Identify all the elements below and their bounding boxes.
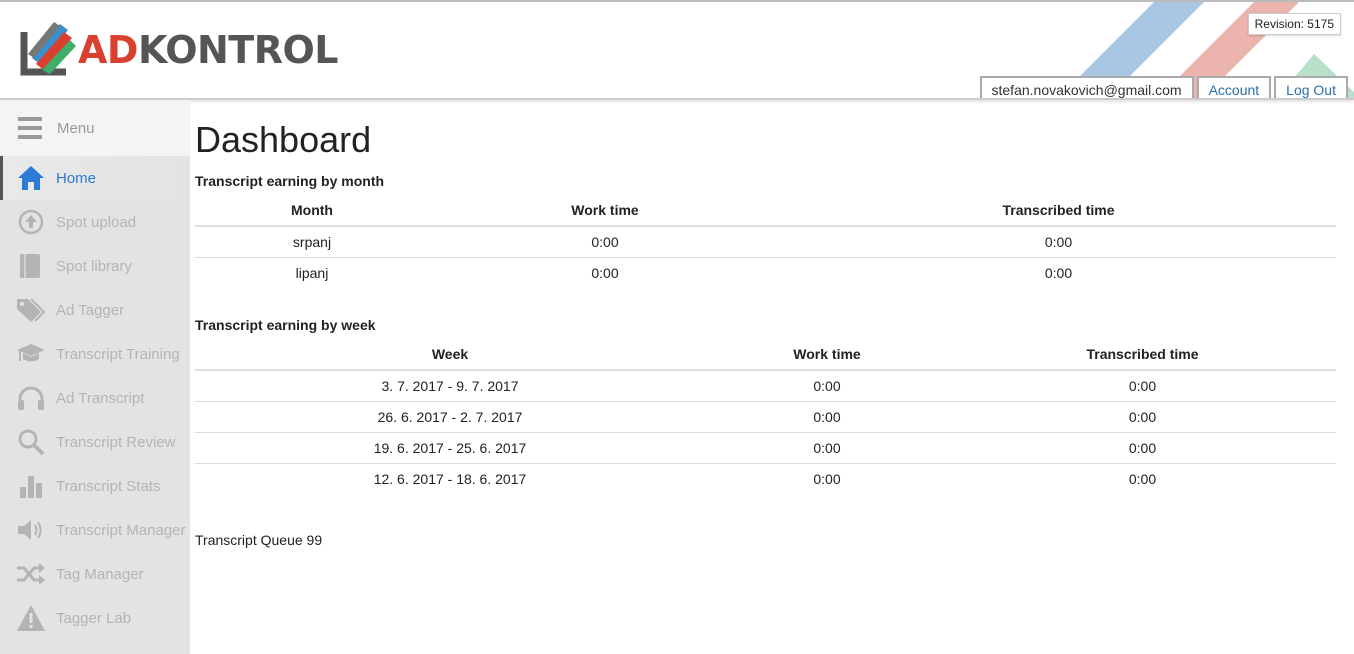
sidebar-item-transcript-stats[interactable]: Transcript Stats <box>0 464 190 508</box>
sidebar-item-label: Spot upload <box>56 213 137 231</box>
sidebar-item-tag-manager[interactable]: Tag Manager <box>0 552 190 596</box>
user-email[interactable]: stefan.novakovich@gmail.com <box>979 76 1194 98</box>
main-content: Dashboard Transcript earning by month Mo… <box>195 100 1336 548</box>
month-table: Month Work time Transcribed time srpanj … <box>195 195 1336 288</box>
header: ADKONTROL Revision: 5175 stefan.novakovi… <box>0 0 1354 100</box>
account-button[interactable]: Account <box>1196 76 1272 98</box>
shuffle-icon <box>16 559 46 589</box>
logout-button[interactable]: Log Out <box>1274 76 1348 98</box>
cell-month: lipanj <box>295 264 329 281</box>
month-section-title: Transcript earning by month <box>195 173 385 189</box>
transcript-queue: Transcript Queue 99 <box>195 532 323 548</box>
cell-transcribed-time: 0:00 <box>949 432 1336 464</box>
adkontrol-logo-icon <box>20 22 76 76</box>
table-row: 19. 6. 2017 - 25. 6. 2017 0:00 0:00 <box>195 432 1336 464</box>
cell-transcribed-time: 0:00 <box>781 226 1336 258</box>
cell-week: 19. 6. 2017 - 25. 6. 2017 <box>195 432 705 464</box>
sidebar-item-label: Transcript Manager <box>56 521 186 539</box>
cell-work-time: 0:00 <box>705 401 949 433</box>
cell-transcribed-time: 0:00 <box>1044 264 1073 281</box>
cell-transcribed-time: 0:00 <box>1128 470 1157 487</box>
volume-icon <box>16 515 46 545</box>
tags-icon <box>16 295 46 325</box>
user-bar: stefan.novakovich@gmail.com Account Log … <box>979 76 1348 98</box>
sidebar-item-label: Spot library <box>56 257 132 275</box>
week-section-title: Transcript earning by week <box>195 317 376 333</box>
sidebar-item-label: Home <box>56 169 97 187</box>
headphones-icon <box>16 383 46 413</box>
column-header-month: Month <box>195 195 429 227</box>
column-header-work-time: Work time <box>705 339 949 371</box>
table-row: 26. 6. 2017 - 2. 7. 2017 0:00 0:00 <box>195 401 1336 433</box>
sidebar-item-label: Ad Transcript <box>56 389 145 407</box>
column-header-week: Week <box>195 339 705 371</box>
search-icon <box>16 427 46 457</box>
sidebar-item-transcript-manager[interactable]: Transcript Manager <box>0 508 190 552</box>
bar-chart-icon <box>16 471 46 501</box>
menu-toggle[interactable]: Menu <box>0 100 190 156</box>
sidebar-item-label: Transcript Stats <box>56 477 161 495</box>
column-header-transcribed-time: Transcribed time <box>949 339 1336 371</box>
sidebar: Menu Home Spot upload Spot library Ad Ta… <box>0 100 190 654</box>
menu-label: Menu <box>57 119 95 137</box>
warning-icon <box>16 603 46 633</box>
home-icon <box>16 163 46 193</box>
table-header-row: Week Work time Transcribed time <box>195 339 1336 371</box>
sidebar-item-spot-upload[interactable]: Spot upload <box>0 200 190 244</box>
cell-week: 3. 7. 2017 - 9. 7. 2017 <box>195 370 705 402</box>
book-icon <box>16 251 46 281</box>
cell-work-time: 0:00 <box>705 370 949 402</box>
sidebar-item-ad-tagger[interactable]: Ad Tagger <box>0 288 190 332</box>
revision-badge: Revision: 5175 <box>1247 13 1341 35</box>
table-row: 12. 6. 2017 - 18. 6. 2017 0:00 0:00 <box>195 463 1336 494</box>
sidebar-item-transcript-review[interactable]: Transcript Review <box>0 420 190 464</box>
sidebar-item-label: Tag Manager <box>56 565 144 583</box>
cell-work-time: 0:00 <box>429 226 781 258</box>
hamburger-icon <box>18 117 42 139</box>
upload-icon <box>16 207 46 237</box>
page-title: Dashboard <box>195 119 372 160</box>
cell-work-time: 0:00 <box>591 264 619 281</box>
sidebar-item-ad-transcript[interactable]: Ad Transcript <box>0 376 190 420</box>
table-row: srpanj 0:00 0:00 <box>195 226 1336 258</box>
cell-month: srpanj <box>195 226 429 258</box>
cell-week: 12. 6. 2017 - 18. 6. 2017 <box>373 470 527 487</box>
table-row: lipanj 0:00 0:00 <box>195 257 1336 288</box>
logo-text: ADKONTROL <box>78 28 339 72</box>
table-header-row: Month Work time Transcribed time <box>195 195 1336 227</box>
column-header-transcribed-time: Transcribed time <box>781 195 1336 227</box>
cell-week: 26. 6. 2017 - 2. 7. 2017 <box>195 401 705 433</box>
sidebar-item-tagger-lab[interactable]: Tagger Lab <box>0 596 190 640</box>
sidebar-item-label: Transcript Training <box>56 345 180 363</box>
week-table: Week Work time Transcribed time 3. 7. 20… <box>195 339 1336 494</box>
sidebar-item-label: Ad Tagger <box>56 301 125 319</box>
column-header-work-time: Work time <box>429 195 781 227</box>
graduation-cap-icon <box>16 339 46 369</box>
logo-text-kontrol: KONTROL <box>137 28 339 72</box>
logo-text-ad: AD <box>78 28 138 72</box>
sidebar-item-label: Transcript Review <box>56 433 176 451</box>
cell-transcribed-time: 0:00 <box>949 401 1336 433</box>
cell-work-time: 0:00 <box>705 432 949 464</box>
logo[interactable]: ADKONTROL <box>20 18 339 78</box>
table-row: 3. 7. 2017 - 9. 7. 2017 0:00 0:00 <box>195 370 1336 402</box>
cell-transcribed-time: 0:00 <box>949 370 1336 402</box>
sidebar-item-home[interactable]: Home <box>0 156 190 200</box>
sidebar-item-transcript-training[interactable]: Transcript Training <box>0 332 190 376</box>
sidebar-item-spot-library[interactable]: Spot library <box>0 244 190 288</box>
cell-work-time: 0:00 <box>813 470 841 487</box>
sidebar-item-label: Tagger Lab <box>56 609 132 627</box>
